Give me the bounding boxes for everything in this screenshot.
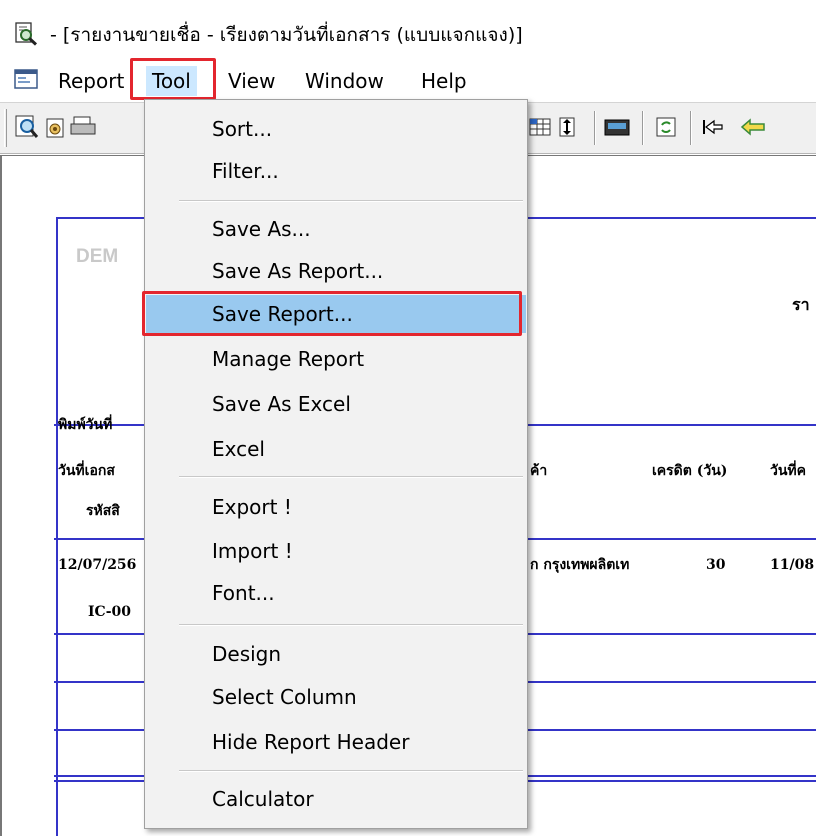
calculator-icon[interactable] <box>604 113 630 141</box>
page-setup-icon[interactable] <box>44 113 70 141</box>
print-date-label: พิมพ์วันที่ <box>58 417 113 433</box>
refresh-icon[interactable] <box>654 113 680 141</box>
menu-item-excel[interactable]: Excel <box>146 430 526 468</box>
window-title: - [รายงานขายเชื่อ - เรียงตามวันที่เอกสาร… <box>50 24 523 46</box>
printer-icon[interactable] <box>70 113 96 141</box>
header-doc-date: วันที่เอกส <box>58 463 115 479</box>
menu-item-manage-report[interactable]: Manage Report <box>146 340 526 378</box>
row-height-icon[interactable] <box>556 113 582 141</box>
menu-item-save-as-excel[interactable]: Save As Excel <box>146 385 526 423</box>
window-titlebar: - [รายงานขายเชื่อ - เรียงตามวันที่เอกสาร… <box>0 0 816 58</box>
grid-icon[interactable] <box>528 113 554 141</box>
header-product-code: รหัสสิ <box>86 503 120 519</box>
header-customer: ค้า <box>530 463 548 479</box>
menu-item-font[interactable]: Font... <box>146 574 526 612</box>
menu-item-filter[interactable]: Filter... <box>146 152 526 190</box>
cell-doc-date: 12/07/256 <box>58 557 137 573</box>
tool-menu-dropdown: Sort... Filter... Save As... Save As Rep… <box>144 99 528 829</box>
print-preview-icon[interactable] <box>14 113 40 141</box>
document-window-icon[interactable] <box>14 68 38 90</box>
company-name: DEM <box>76 246 119 267</box>
first-page-icon[interactable] <box>700 113 726 141</box>
menu-item-select-column[interactable]: Select Column <box>146 678 526 716</box>
cell-customer: ก กรุงเทพผลิตเท <box>530 557 630 573</box>
menu-separator <box>179 476 523 478</box>
toolbar-grip[interactable] <box>4 109 7 147</box>
menu-item-design[interactable]: Design <box>146 635 526 673</box>
magnifier-document-icon <box>15 22 38 46</box>
menu-help[interactable]: Help <box>415 66 473 96</box>
menu-separator <box>179 200 523 202</box>
menu-item-save-report[interactable]: Save Report... <box>146 295 526 333</box>
menu-item-sort[interactable]: Sort... <box>146 110 526 148</box>
cell-due-date: 11/08 <box>770 557 815 573</box>
report-title: รา <box>792 295 810 314</box>
toolbar-separator <box>642 111 644 145</box>
menu-bar: Report Tool View Window Help <box>0 58 816 102</box>
toolbar-separator <box>594 111 596 145</box>
menu-item-export[interactable]: Export ! <box>146 488 526 526</box>
toolbar-separator <box>690 111 692 145</box>
menu-item-import[interactable]: Import ! <box>146 532 526 570</box>
menu-item-calculator[interactable]: Calculator <box>146 780 526 818</box>
cell-credit-days: 30 <box>706 557 726 573</box>
header-due-date: วันที่ค <box>770 463 807 479</box>
previous-page-icon[interactable] <box>740 113 766 141</box>
menu-window[interactable]: Window <box>299 66 390 96</box>
menu-tool[interactable]: Tool <box>146 66 197 96</box>
menu-view[interactable]: View <box>222 66 281 96</box>
menu-item-hide-report-header[interactable]: Hide Report Header <box>146 723 526 761</box>
menu-separator <box>179 770 523 772</box>
menu-item-save-as[interactable]: Save As... <box>146 210 526 248</box>
menu-separator <box>179 624 523 626</box>
header-credit-days: เครดิต (วัน) <box>652 463 728 479</box>
cell-product-code: IC-00 <box>88 604 131 620</box>
menu-item-save-as-report[interactable]: Save As Report... <box>146 252 526 290</box>
menu-report[interactable]: Report <box>52 66 130 96</box>
